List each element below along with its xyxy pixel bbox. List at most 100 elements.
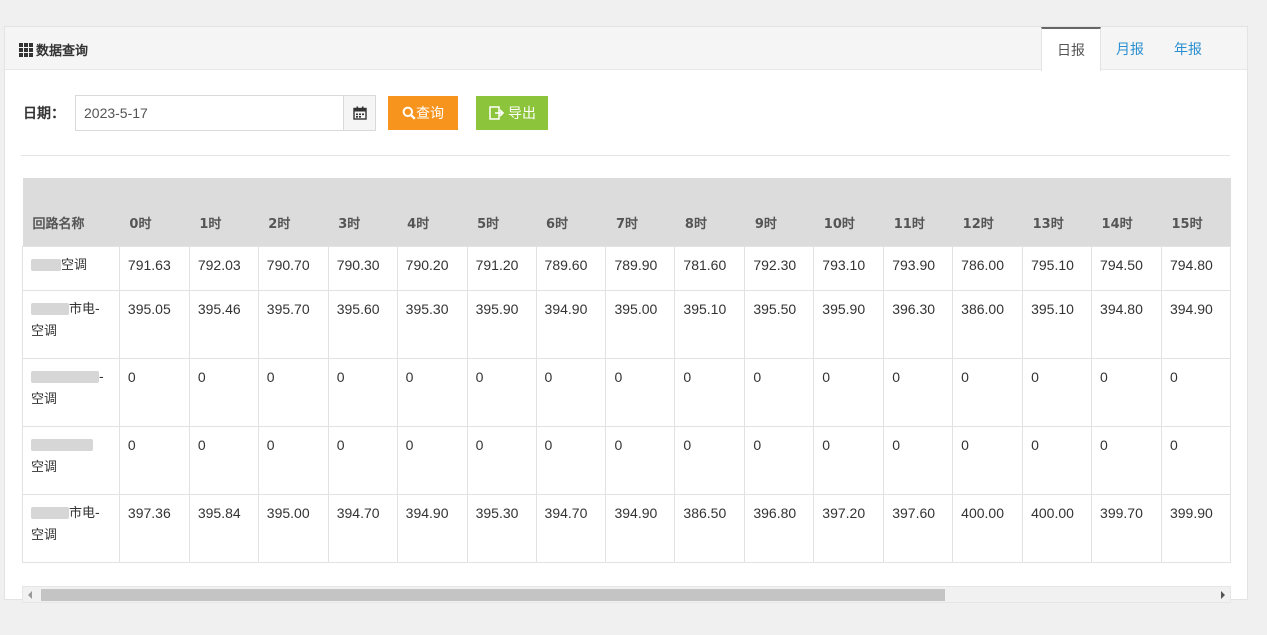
value-cell: 0 [952, 357, 1024, 427]
value-cell: 397.36 [118, 493, 190, 563]
column-header: 13时 [1022, 178, 1092, 246]
value-cell: 0 [952, 425, 1024, 495]
circuit-name-cell: 市电- 空调 [22, 493, 120, 563]
value-cell: 0 [535, 357, 607, 427]
table-row: 市电- 空调 397.36 395.84 395.00 394.70 394.90 395.3… [22, 493, 1231, 563]
value-cell: 0 [1022, 357, 1093, 427]
value-cell: 0 [813, 425, 885, 495]
column-header: 2时 [258, 178, 329, 246]
value-cell: 792.03 [188, 245, 259, 291]
scroll-right-icon[interactable] [1221, 591, 1225, 599]
value-cell: 0 [1022, 425, 1093, 495]
circuit-name-line2: 空调 [31, 323, 58, 339]
column-header: 3时 [328, 178, 398, 246]
value-cell: 395.00 [605, 289, 676, 359]
value-cell: 790.30 [327, 245, 398, 291]
value-cell: 399.90 [1160, 493, 1231, 563]
value-cell: 790.20 [396, 245, 468, 291]
value-cell: 386.00 [952, 289, 1024, 359]
search-button-label: 查询 [416, 106, 444, 122]
redacted-name [31, 371, 99, 383]
circuit-name-cell: 市电- 空调 [22, 289, 120, 359]
value-cell: 395.05 [118, 289, 190, 359]
value-cell: 793.10 [813, 245, 885, 291]
value-cell: 0 [744, 357, 815, 427]
column-header: 10时 [813, 178, 884, 246]
value-cell: 794.50 [1091, 245, 1162, 291]
column-header: 14时 [1091, 178, 1162, 246]
value-cell: 395.10 [674, 289, 746, 359]
value-cell: 794.80 [1160, 245, 1231, 291]
value-cell: 0 [813, 357, 885, 427]
value-cell: 0 [118, 357, 190, 427]
column-header: 0时 [119, 178, 190, 246]
value-cell: 399.70 [1091, 493, 1162, 563]
search-icon [402, 106, 416, 120]
value-cell: 394.80 [1091, 289, 1162, 359]
value-cell: 0 [466, 357, 537, 427]
value-cell: 394.90 [535, 289, 607, 359]
table-row: 市电- 空调 395.05 395.46 395.70 395.60 395.30 395.9… [22, 289, 1231, 359]
horizontal-scrollbar[interactable] [22, 586, 1231, 603]
value-cell: 0 [188, 425, 259, 495]
value-cell: 0 [1160, 357, 1231, 427]
calendar-button[interactable] [343, 96, 375, 130]
value-cell: 394.90 [1160, 289, 1231, 359]
data-query-panel: 数据查询 日报 月报 年报 日期： 2023-5-17 查询 导出 回路名称 0… [4, 26, 1248, 603]
value-cell: 0 [327, 357, 398, 427]
panel-title: 数据查询 [19, 40, 88, 59]
tab-yearly[interactable]: 年报 [1159, 27, 1217, 71]
value-cell: 394.70 [535, 493, 607, 563]
value-cell: 0 [327, 425, 398, 495]
value-cell: 0 [883, 425, 954, 495]
value-cell: 395.10 [1022, 289, 1093, 359]
value-cell: 0 [1091, 425, 1162, 495]
value-cell: 0 [396, 425, 468, 495]
tab-monthly[interactable]: 月报 [1101, 27, 1159, 71]
value-cell: 395.46 [188, 289, 259, 359]
export-button-label: 导出 [508, 106, 536, 122]
column-header: 8时 [674, 178, 745, 246]
redacted-name [31, 439, 93, 451]
redacted-name [31, 259, 61, 271]
report-table: 回路名称 0时 1时 2时 3时 4时 5时 6时 7时 8时 9时 10时 1… [22, 178, 1231, 563]
scrollbar-thumb[interactable] [41, 589, 945, 601]
value-cell: 397.60 [883, 493, 954, 563]
value-cell: 0 [1091, 357, 1162, 427]
table-header-row: 回路名称 0时 1时 2时 3时 4时 5时 6时 7时 8时 9时 10时 1… [22, 178, 1231, 246]
column-header: 5时 [467, 178, 537, 246]
value-cell: 789.90 [605, 245, 676, 291]
column-header: 回路名称 [22, 178, 120, 246]
tab-daily[interactable]: 日报 [1041, 27, 1101, 71]
value-cell: 0 [188, 357, 259, 427]
value-cell: 0 [674, 357, 746, 427]
value-cell: 0 [674, 425, 746, 495]
value-cell: 0 [257, 357, 329, 427]
value-cell: 791.20 [466, 245, 537, 291]
table-row: 空调 791.63 792.03 790.70 790.30 790.20 791.20 78… [22, 245, 1231, 291]
date-input[interactable] [76, 96, 343, 130]
value-cell: 386.50 [674, 493, 746, 563]
query-toolbar: 日期： 查询 [23, 95, 548, 131]
export-button[interactable]: 导出 [476, 96, 548, 130]
value-cell: 0 [257, 425, 329, 495]
value-cell: 0 [883, 357, 954, 427]
value-cell: 0 [118, 425, 190, 495]
value-cell: 394.90 [396, 493, 468, 563]
date-label: 日期： [23, 106, 65, 122]
date-picker [75, 95, 376, 131]
export-icon [489, 106, 505, 120]
value-cell: 793.90 [883, 245, 954, 291]
value-cell: 400.00 [1022, 493, 1093, 563]
redacted-name [31, 303, 69, 315]
search-button[interactable]: 查询 [388, 96, 458, 130]
circuit-name-suffix: 市电- [69, 505, 100, 521]
value-cell: 0 [744, 425, 815, 495]
circuit-name-suffix: 空调 [61, 257, 88, 273]
panel-header: 数据查询 日报 月报 年报 [5, 27, 1247, 71]
value-cell: 0 [466, 425, 537, 495]
value-cell: 395.50 [744, 289, 815, 359]
value-cell: 395.70 [257, 289, 329, 359]
value-cell: 395.00 [257, 493, 329, 563]
scroll-left-icon[interactable] [28, 591, 32, 599]
